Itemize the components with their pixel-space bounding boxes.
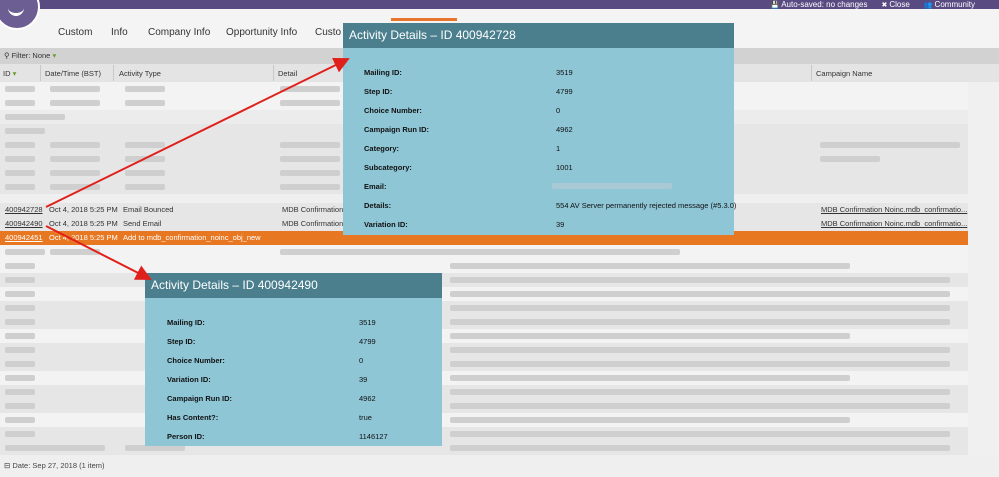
date-group-label: Date: Sep 27, 2018 (1 item) bbox=[12, 461, 105, 470]
close-button[interactable]: ✖ Close bbox=[882, 0, 910, 9]
row-activity-type: Add to mdb_confirmation_noinc_obj_new bbox=[123, 233, 261, 242]
column-detail[interactable]: Detail bbox=[278, 69, 297, 78]
field-value: 0 bbox=[359, 356, 364, 365]
row-detail: MDB Confirmation bbox=[282, 205, 344, 214]
field-value: 4962 bbox=[556, 125, 573, 134]
field-value: 1146127 bbox=[359, 432, 388, 441]
community-label: Community bbox=[934, 0, 975, 9]
field-label: Mailing ID: bbox=[364, 68, 402, 77]
tab-custom-2[interactable]: Custo bbox=[315, 27, 341, 38]
field-label: Category: bbox=[364, 144, 400, 153]
field-value: 3519 bbox=[359, 318, 376, 327]
row-id-link[interactable]: 400942490 bbox=[5, 219, 43, 228]
row-id-link[interactable]: 400942728 bbox=[5, 205, 43, 214]
scroll-track[interactable] bbox=[968, 82, 999, 457]
field-value: 554 AV Server permanently rejected messa… bbox=[556, 201, 737, 210]
row-activity-type: Send Email bbox=[123, 219, 162, 228]
sort-icon: ▾ bbox=[12, 69, 17, 78]
top-bar: 💾 Auto-saved: no changes ✖ Close 👥 Communit… bbox=[0, 0, 999, 9]
field-label: Variation ID: bbox=[364, 220, 408, 229]
community-link[interactable]: 👥 Community bbox=[924, 0, 975, 9]
field-label: Subcategory: bbox=[364, 163, 412, 172]
tab-info[interactable]: Info bbox=[111, 27, 128, 38]
row-datetime: Oct 4, 2018 5:25 PM bbox=[49, 205, 118, 214]
field-label: Email: bbox=[364, 182, 387, 191]
field-label: Campaign Run ID: bbox=[167, 394, 232, 403]
table-row[interactable] bbox=[0, 245, 968, 259]
field-label: Choice Number: bbox=[167, 356, 225, 365]
field-label: Variation ID: bbox=[167, 375, 211, 384]
column-campaign-name[interactable]: Campaign Name bbox=[816, 69, 872, 78]
column-datetime[interactable]: Date/Time (BST) bbox=[45, 69, 101, 78]
row-activity-type: Email Bounced bbox=[123, 205, 174, 214]
field-value: 1001 bbox=[556, 163, 573, 172]
community-icon: 👥 bbox=[923, 2, 933, 9]
filter-label: Filter: None bbox=[11, 51, 51, 60]
logo-mark-icon bbox=[8, 6, 24, 16]
popup-title: Activity Details – ID 400942728 bbox=[343, 23, 734, 48]
field-value: 4799 bbox=[556, 87, 573, 96]
date-group-footer: ⊟ Date: Sep 27, 2018 (1 item) bbox=[4, 461, 105, 470]
field-label: Mailing ID: bbox=[167, 318, 205, 327]
autosave-status: 💾 Auto-saved: no changes bbox=[771, 0, 868, 9]
popup-title: Activity Details – ID 400942490 bbox=[145, 273, 442, 298]
field-value: 3519 bbox=[556, 68, 573, 77]
close-label: Close bbox=[889, 0, 910, 9]
filter-dropdown-icon: ▾ bbox=[52, 51, 57, 60]
field-value: true bbox=[359, 413, 372, 422]
autosave-label: Auto-saved: no changes bbox=[781, 0, 868, 9]
field-value: 1 bbox=[556, 144, 561, 153]
field-value: 0 bbox=[556, 106, 561, 115]
column-activity-type[interactable]: Activity Type bbox=[119, 69, 161, 78]
field-value: 4962 bbox=[359, 394, 376, 403]
field-value: 4799 bbox=[359, 337, 376, 346]
save-icon: 💾 bbox=[770, 2, 780, 9]
filter-control[interactable]: ⚲ Filter: None ▾ bbox=[4, 51, 56, 60]
row-datetime: Oct 4, 2018 5:25 PM bbox=[49, 219, 118, 228]
field-label: Details: bbox=[364, 201, 392, 210]
field-label: Step ID: bbox=[167, 337, 196, 346]
column-divider bbox=[113, 65, 114, 81]
field-label: Has Content?: bbox=[167, 413, 219, 422]
field-label: Choice Number: bbox=[364, 106, 422, 115]
field-label: Step ID: bbox=[364, 87, 393, 96]
column-divider bbox=[40, 65, 41, 81]
activity-details-popup-1: Activity Details – ID 400942728 Mailing … bbox=[343, 23, 737, 235]
row-campaign-link[interactable]: MDB Confirmation Noinc.mdb_confirmatio..… bbox=[821, 219, 967, 228]
column-id-label: ID bbox=[3, 69, 11, 78]
tab-opportunity-info[interactable]: Opportunity Info bbox=[226, 27, 297, 38]
filter-icon: ⚲ bbox=[4, 51, 10, 60]
row-campaign-link[interactable]: MDB Confirmation Noinc.mdb_confirmatio..… bbox=[821, 205, 967, 214]
field-label: Campaign Run ID: bbox=[364, 125, 429, 134]
activity-details-popup-2: Activity Details – ID 400942490 Mailing … bbox=[145, 273, 442, 446]
table-row[interactable] bbox=[0, 259, 968, 273]
row-detail: MDB Confirmation bbox=[282, 219, 344, 228]
close-icon: ✖ bbox=[881, 2, 888, 9]
column-id[interactable]: ID ▾ bbox=[3, 69, 16, 78]
tab-custom[interactable]: Custom bbox=[58, 27, 92, 38]
tab-company-info[interactable]: Company Info bbox=[148, 27, 210, 38]
group-toggle-icon[interactable]: ⊟ bbox=[4, 461, 10, 470]
top-actions: 💾 Auto-saved: no changes ✖ Close 👥 Communit… bbox=[771, 0, 976, 9]
field-value: 39 bbox=[556, 220, 565, 229]
active-tab-indicator bbox=[391, 18, 457, 21]
field-label: Person ID: bbox=[167, 432, 205, 441]
row-id-link[interactable]: 400942451 bbox=[5, 233, 43, 242]
row-datetime: Oct 4, 2018 5:25 PM bbox=[49, 233, 118, 242]
column-divider bbox=[811, 65, 812, 81]
column-divider bbox=[273, 65, 274, 81]
redacted-email bbox=[552, 183, 672, 189]
field-value: 39 bbox=[359, 375, 368, 384]
